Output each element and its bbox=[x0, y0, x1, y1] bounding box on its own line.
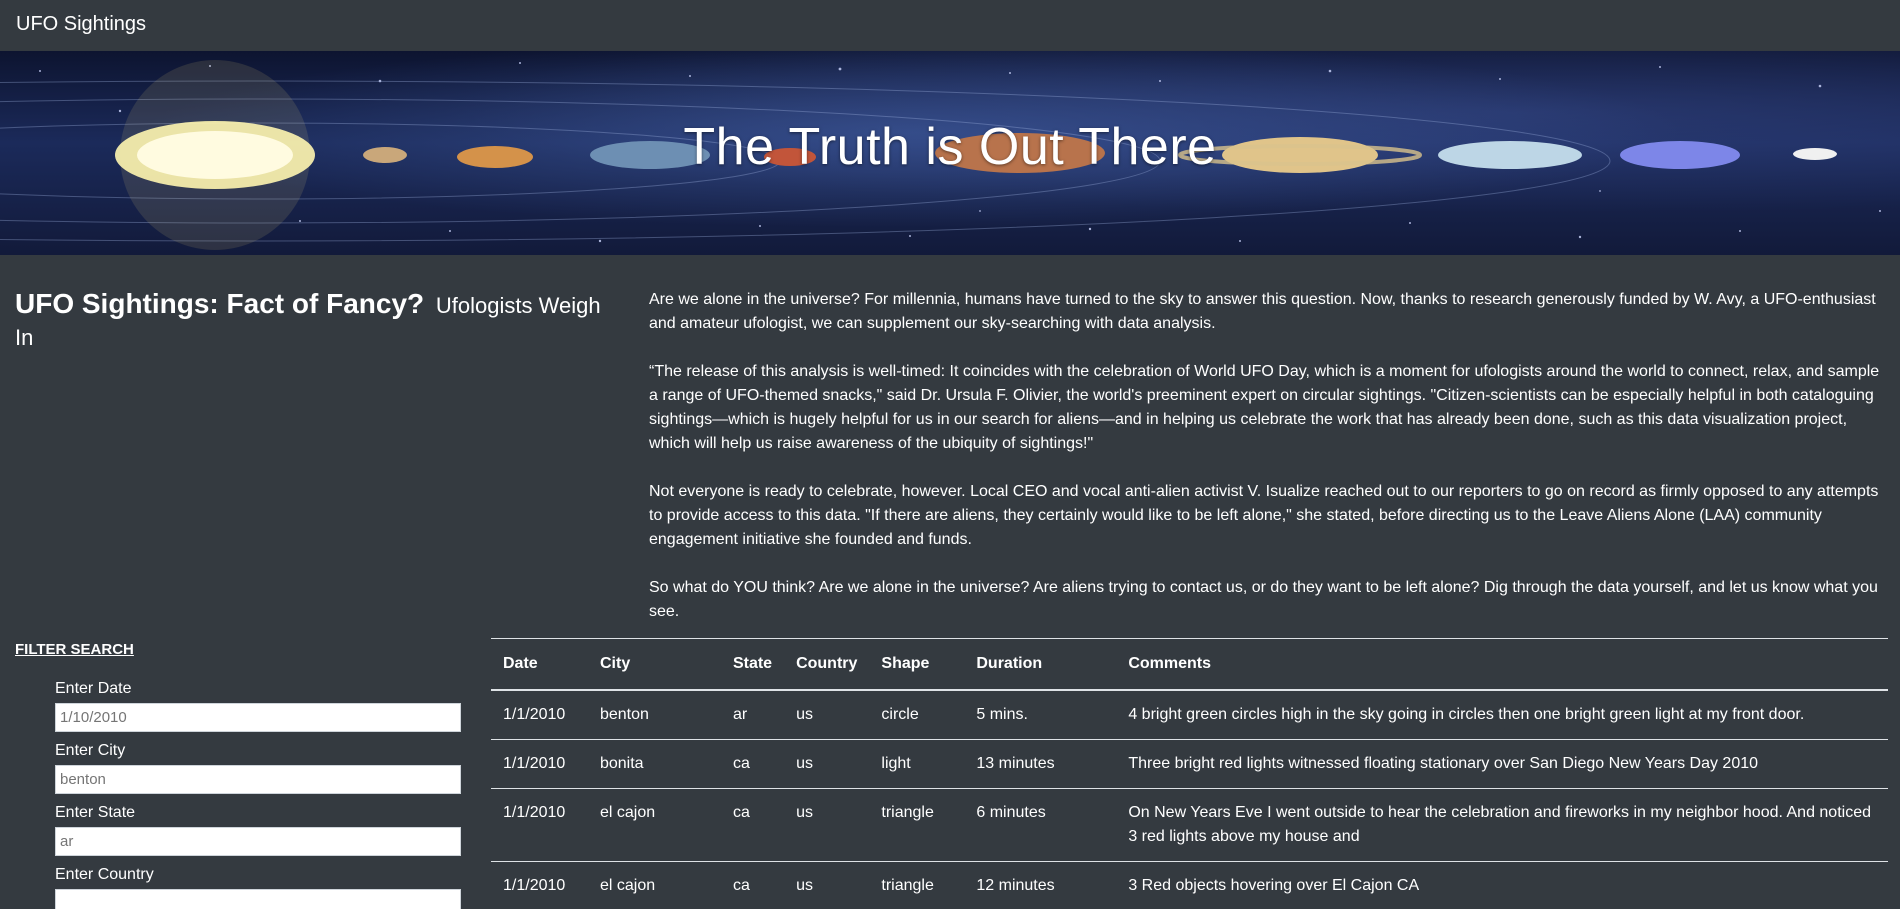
filter-search-title: FILTER SEARCH bbox=[15, 641, 134, 658]
ufo-table: Date City State Country Shape Duration C… bbox=[491, 639, 1888, 909]
table-row: 1/1/2010 el cajon ca us triangle 6 minut… bbox=[491, 788, 1888, 862]
state-input[interactable] bbox=[55, 827, 461, 856]
filter-state: Enter State bbox=[55, 804, 461, 866]
article-paragraph: “The release of this analysis is well-ti… bbox=[649, 363, 1880, 452]
navbar: UFO Sightings bbox=[0, 0, 1900, 51]
cell-duration: 12 minutes bbox=[964, 861, 1117, 909]
article-paragraph: So what do YOU think? Are we alone in th… bbox=[649, 579, 1878, 620]
article-title: UFO Sightings: Fact of Fancy? bbox=[15, 288, 425, 319]
filter-date: Enter Date bbox=[55, 680, 461, 742]
date-input[interactable] bbox=[55, 703, 461, 732]
cell-date: 1/1/2010 bbox=[491, 788, 588, 862]
filter-city: Enter City bbox=[55, 742, 461, 804]
filter-country: Enter Country bbox=[55, 866, 461, 909]
article-paragraph: Not everyone is ready to celebrate, howe… bbox=[649, 483, 1879, 548]
cell-shape: light bbox=[869, 739, 965, 789]
column-header-state: State bbox=[720, 639, 785, 691]
cell-duration: 6 minutes bbox=[964, 788, 1117, 862]
cell-comments: On New Years Eve I went outside to hear … bbox=[1116, 788, 1888, 862]
column-header-date: Date bbox=[491, 639, 588, 691]
cell-duration: 13 minutes bbox=[964, 739, 1117, 789]
cell-city: el cajon bbox=[587, 861, 721, 909]
ufo-table-container: Date City State Country Shape Duration C… bbox=[491, 638, 1888, 909]
filter-city-label: Enter City bbox=[55, 742, 126, 759]
cell-comments: 3 Red objects hovering over El Cajon CA bbox=[1116, 861, 1888, 909]
cell-country: us bbox=[784, 861, 870, 909]
article-heading: UFO Sightings: Fact of Fancy? Ufologists… bbox=[15, 288, 615, 352]
table-row: 1/1/2010 benton ar us circle 5 mins. 4 b… bbox=[491, 690, 1888, 740]
table-row: 1/1/2010 bonita ca us light 13 minutes T… bbox=[491, 739, 1888, 789]
cell-country: us bbox=[784, 739, 870, 789]
filter-list: Enter Date Enter City Enter State Enter … bbox=[55, 680, 461, 909]
cell-state: ca bbox=[720, 788, 785, 862]
cell-shape: triangle bbox=[869, 861, 965, 909]
article-body: Are we alone in the universe? For millen… bbox=[649, 288, 1889, 648]
cell-date: 1/1/2010 bbox=[491, 690, 588, 740]
cell-comments: 4 bright green circles high in the sky g… bbox=[1116, 690, 1888, 740]
column-header-city: City bbox=[587, 639, 721, 691]
cell-shape: triangle bbox=[869, 788, 965, 862]
filter-state-label: Enter State bbox=[55, 804, 136, 821]
column-header-duration: Duration bbox=[964, 639, 1117, 691]
article-paragraph: Are we alone in the universe? For millen… bbox=[649, 291, 1876, 332]
cell-shape: circle bbox=[869, 690, 965, 740]
cell-city: benton bbox=[587, 690, 721, 740]
table-header: Date City State Country Shape Duration C… bbox=[491, 639, 1888, 691]
cell-country: us bbox=[784, 788, 870, 862]
cell-duration: 5 mins. bbox=[964, 690, 1117, 740]
filter-date-label: Enter Date bbox=[55, 680, 132, 697]
column-header-shape: Shape bbox=[869, 639, 965, 691]
cell-city: bonita bbox=[587, 739, 721, 789]
cell-date: 1/1/2010 bbox=[491, 739, 588, 789]
cell-state: ca bbox=[720, 861, 785, 909]
cell-state: ca bbox=[720, 739, 785, 789]
table-row: 1/1/2010 el cajon ca us triangle 12 minu… bbox=[491, 861, 1888, 909]
cell-country: us bbox=[784, 690, 870, 740]
cell-city: el cajon bbox=[587, 788, 721, 862]
cell-state: ar bbox=[720, 690, 785, 740]
hero-title: The Truth is Out There bbox=[683, 118, 1217, 176]
navbar-brand-link[interactable]: UFO Sightings bbox=[16, 13, 146, 36]
city-input[interactable] bbox=[55, 765, 461, 794]
column-header-country: Country bbox=[784, 639, 870, 691]
column-header-comments: Comments bbox=[1116, 639, 1888, 691]
cell-comments: Three bright red lights witnessed floati… bbox=[1116, 739, 1888, 789]
country-input[interactable] bbox=[55, 889, 461, 909]
filter-country-label: Enter Country bbox=[55, 866, 154, 883]
hero-banner: The Truth is Out There bbox=[0, 51, 1900, 255]
cell-date: 1/1/2010 bbox=[491, 861, 588, 909]
